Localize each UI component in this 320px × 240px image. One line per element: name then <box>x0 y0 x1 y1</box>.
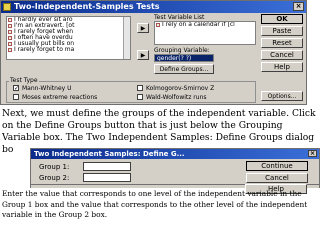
scale-variable-icon <box>8 24 12 28</box>
move-to-grouping-button[interactable]: ▶ <box>137 50 149 60</box>
instruction-paragraph-2: Enter the value that corresponds to one … <box>2 189 308 219</box>
source-variable-list[interactable]: I hardly ever sit aro I'm an extravert. … <box>6 16 131 60</box>
move-to-test-list-button[interactable]: ▶ <box>137 23 149 33</box>
kolmogorov-smirnov-checkbox[interactable] <box>137 85 143 91</box>
reset-button[interactable]: Reset <box>261 38 303 48</box>
moses-extreme-checkbox[interactable] <box>13 94 19 100</box>
ok-button[interactable]: OK <box>261 14 303 24</box>
two-independent-samples-tests-dialog: Two-Independent-Samples Tests × I hardly… <box>0 0 307 105</box>
cancel-button[interactable]: Cancel <box>261 50 303 60</box>
scale-variable-icon <box>156 23 160 27</box>
define-groups-title-bar: Two Independent Samples: Define G... × <box>31 149 319 159</box>
test-variable-list-label: Test Variable List <box>154 14 205 21</box>
scale-variable-icon <box>8 36 12 40</box>
wald-wolfowitz-label: Wald-Wolfowitz runs <box>146 94 207 101</box>
scale-variable-icon <box>8 48 12 52</box>
grouping-variable-label: Grouping Variable: <box>154 47 210 54</box>
scale-variable-icon <box>8 30 12 34</box>
group-2-label: Group 2: <box>39 174 70 182</box>
group-1-label: Group 1: <box>39 163 70 171</box>
title-bar: Two-Independent-Samples Tests × <box>1 1 306 13</box>
close-icon[interactable]: × <box>293 2 304 11</box>
scale-variable-icon <box>8 42 12 46</box>
continue-button[interactable]: Continue <box>246 161 308 171</box>
list-item[interactable]: I rarely forget to ma <box>7 47 130 53</box>
group-2-input[interactable] <box>83 173 131 182</box>
paste-button[interactable]: Paste <box>261 26 303 36</box>
source-list-scrollbar[interactable] <box>123 17 130 59</box>
moses-extreme-label: Moses extreme reactions <box>22 94 98 101</box>
grouping-variable-field[interactable]: gender(? ?) <box>154 54 214 62</box>
wald-wolfowitz-checkbox[interactable] <box>137 94 143 100</box>
define-groups-cancel-button[interactable]: Cancel <box>246 173 308 183</box>
test-variable-list[interactable]: I rely on a calendar if [cl <box>154 21 256 45</box>
dialog-title: Two-Independent-Samples Tests <box>14 2 160 11</box>
group-1-input[interactable] <box>83 162 131 171</box>
test-type-label: Test Type <box>9 77 39 84</box>
help-button[interactable]: Help <box>261 62 303 72</box>
define-groups-title: Two Independent Samples: Define G... <box>34 150 185 158</box>
app-icon <box>3 3 11 11</box>
close-icon[interactable]: × <box>308 150 317 157</box>
kolmogorov-smirnov-label: Kolmogorov-Smirnov Z <box>146 85 215 92</box>
scale-variable-icon <box>8 18 12 22</box>
options-button[interactable]: Options... <box>261 91 303 101</box>
mann-whitney-checkbox[interactable]: ✓ <box>13 85 19 92</box>
list-item[interactable]: I rely on a calendar if [cl <box>155 22 255 28</box>
define-groups-button[interactable]: Define Groups... <box>154 64 214 74</box>
mann-whitney-label: Mann-Whitney U <box>22 85 72 92</box>
define-groups-dialog: Two Independent Samples: Define G... × G… <box>30 148 320 185</box>
